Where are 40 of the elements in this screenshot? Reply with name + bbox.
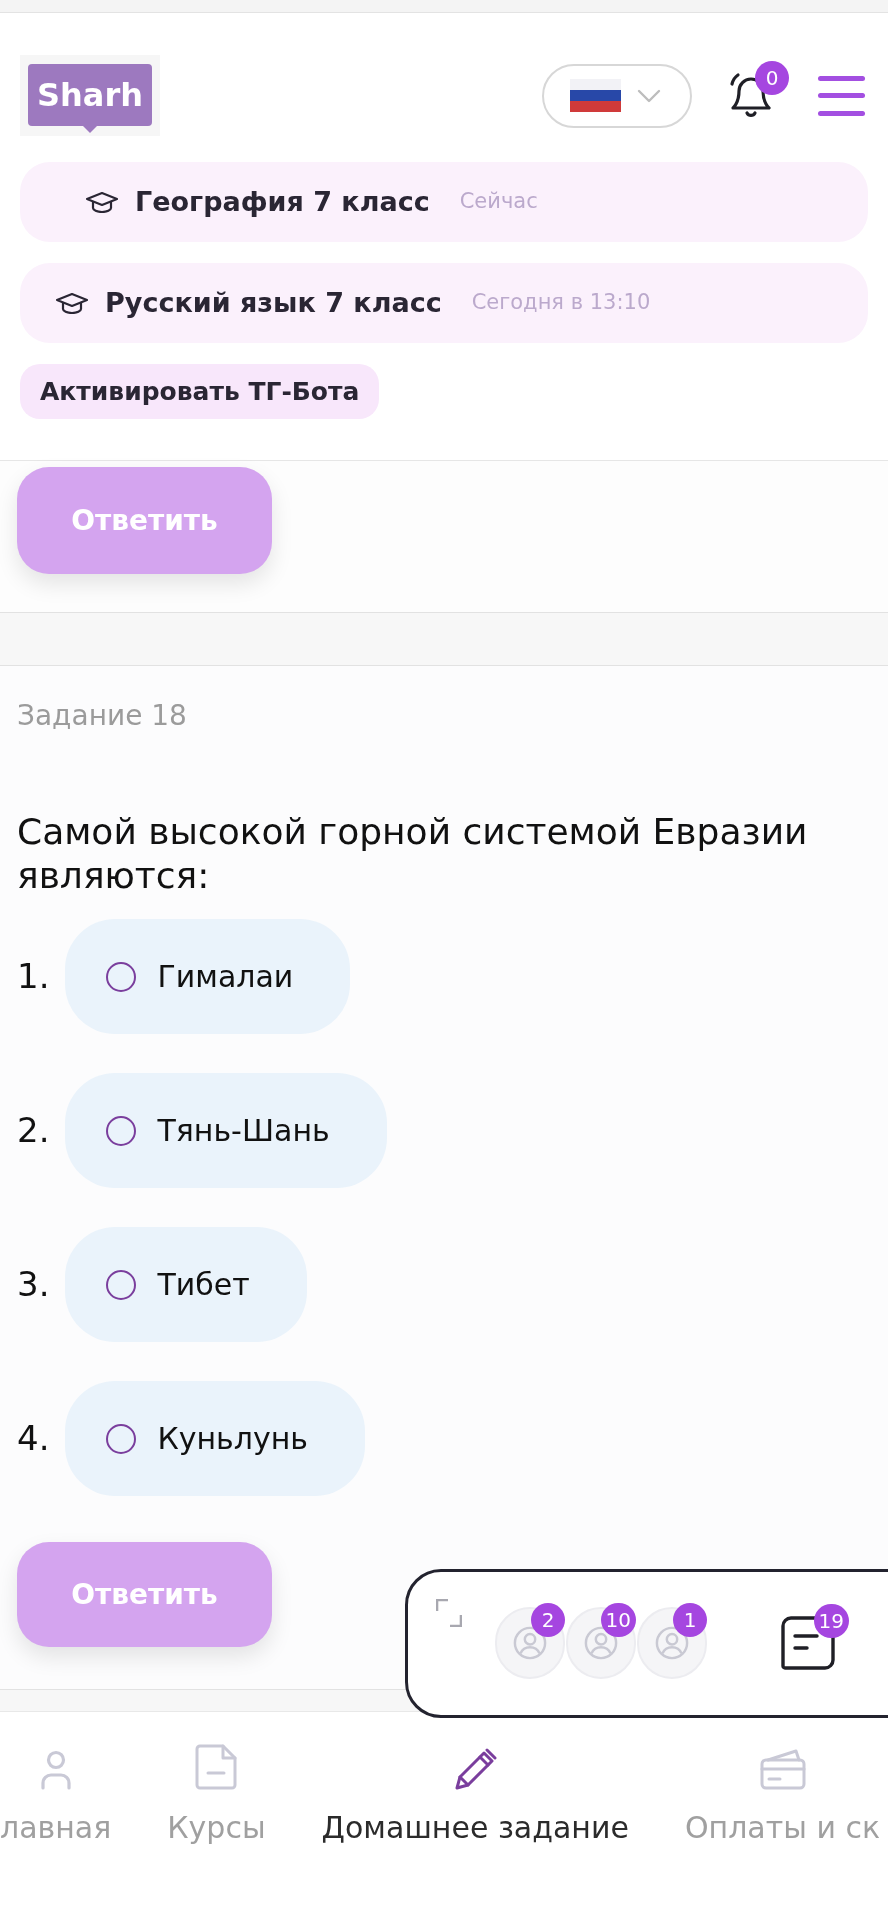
lesson-card[interactable]: География 7 класс Сейчас bbox=[20, 162, 868, 242]
graduation-cap-icon bbox=[55, 292, 89, 314]
graduation-cap-icon bbox=[85, 191, 119, 213]
messages-button[interactable]: 19 bbox=[781, 1604, 849, 1670]
count-badge: 2 bbox=[531, 1603, 565, 1637]
answer-option[interactable]: Гималаи bbox=[65, 919, 351, 1034]
task-number: Задание 18 bbox=[17, 699, 188, 732]
user-icon bbox=[655, 1626, 689, 1660]
radio-button[interactable] bbox=[106, 1423, 137, 1454]
lesson-title: Русский язык 7 класс bbox=[105, 285, 442, 320]
lesson-time: Сегодня в 13:10 bbox=[471, 289, 651, 317]
option-number: 4. bbox=[17, 1417, 50, 1460]
question-text: Самой высокой горной системой Евразии являются: bbox=[17, 810, 809, 898]
count-badge: 10 bbox=[600, 1603, 636, 1637]
lesson-card[interactable]: Русский язык 7 класс Сегодня в 13:10 bbox=[20, 263, 868, 343]
notification-count-badge: 0 bbox=[755, 60, 789, 95]
radio-button[interactable] bbox=[106, 1269, 137, 1300]
nav-tab[interactable]: Домашнее задание bbox=[321, 1744, 629, 1846]
option-number: 3. bbox=[17, 1263, 50, 1306]
lesson-time: Сейчас bbox=[459, 188, 538, 216]
menu-button[interactable] bbox=[818, 74, 865, 117]
activate-bot-button[interactable]: Активировать ТГ-Бота bbox=[20, 364, 380, 419]
answer-option[interactable]: Куньлунь bbox=[65, 1381, 366, 1496]
answer-option[interactable]: Тянь-Шань bbox=[65, 1073, 387, 1188]
notifications-button[interactable]: 0 bbox=[726, 60, 789, 121]
language-selector[interactable] bbox=[542, 63, 692, 128]
flag-icon bbox=[570, 79, 621, 112]
expand-icon bbox=[436, 1599, 462, 1627]
option-number: 2. bbox=[17, 1109, 50, 1152]
chevron-down-icon bbox=[637, 88, 661, 103]
user-icon bbox=[584, 1626, 618, 1660]
radio-button[interactable] bbox=[106, 961, 137, 992]
logo[interactable]: Sharh bbox=[20, 55, 160, 136]
count-badge: 1 bbox=[673, 1603, 707, 1637]
user-icon bbox=[513, 1626, 547, 1660]
answer-option[interactable]: Тибет bbox=[65, 1227, 307, 1342]
option-number: 1. bbox=[17, 955, 50, 998]
count-badge: 19 bbox=[813, 1604, 849, 1638]
radio-button[interactable] bbox=[106, 1115, 137, 1146]
lesson-title: География 7 класс bbox=[135, 184, 430, 219]
